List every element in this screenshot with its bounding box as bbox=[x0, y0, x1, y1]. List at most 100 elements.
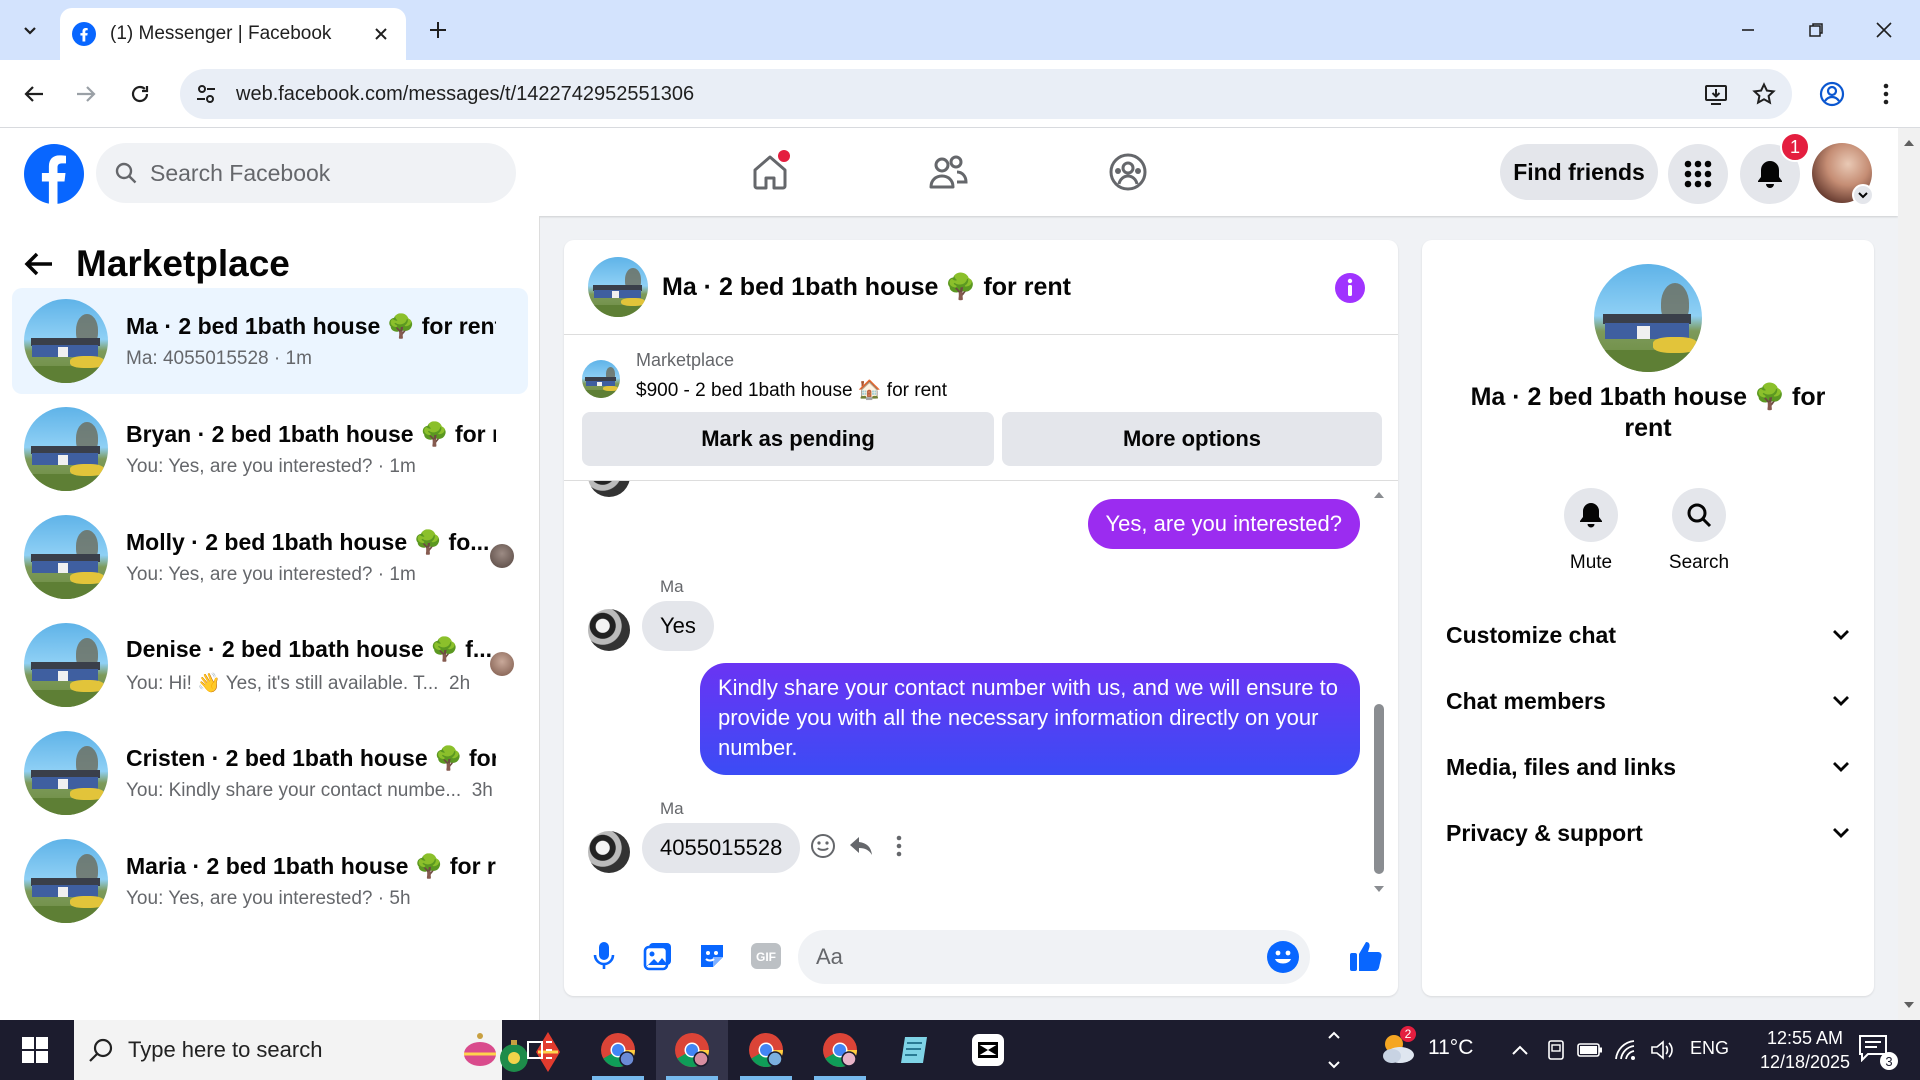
media-files-links-section[interactable]: Media, files and links bbox=[1446, 742, 1850, 792]
weather-widget[interactable]: 2 11°C bbox=[1378, 1026, 1473, 1068]
search-circle[interactable] bbox=[1672, 488, 1726, 542]
chevron-down-icon bbox=[1833, 828, 1849, 838]
profile-button[interactable] bbox=[1812, 74, 1852, 114]
chat-info-avatar[interactable] bbox=[1594, 264, 1702, 372]
meet-now-button[interactable] bbox=[1542, 1036, 1570, 1064]
message-input-box[interactable] bbox=[798, 930, 1310, 984]
mute-circle[interactable] bbox=[1564, 488, 1618, 542]
chat-avatar[interactable] bbox=[588, 257, 648, 317]
scroll-down-arrow[interactable] bbox=[1902, 998, 1916, 1012]
more-options-button[interactable]: More options bbox=[1002, 412, 1382, 466]
facebook-search-input[interactable] bbox=[150, 159, 470, 187]
nav-friends[interactable] bbox=[918, 142, 978, 202]
back-button[interactable] bbox=[14, 74, 54, 114]
reload-button[interactable] bbox=[120, 74, 160, 114]
notification-center-button[interactable]: 3 bbox=[1858, 1034, 1898, 1070]
input-language[interactable]: ENG bbox=[1690, 1038, 1729, 1059]
conversation-item[interactable]: Maria · 2 bed 1bath house 🌳 for r... You… bbox=[12, 828, 528, 934]
bell-icon bbox=[1758, 161, 1782, 188]
react-button[interactable] bbox=[804, 827, 842, 865]
voice-clip-button[interactable] bbox=[586, 938, 622, 974]
nav-groups[interactable] bbox=[1098, 142, 1158, 202]
page-scrollbar[interactable] bbox=[1898, 128, 1920, 1020]
taskbar-chrome-3[interactable] bbox=[730, 1020, 802, 1080]
conversation-item[interactable]: Molly · 2 bed 1bath house 🌳 fo... You: Y… bbox=[12, 504, 528, 610]
emoji-icon[interactable] bbox=[1266, 940, 1300, 974]
chat-title[interactable]: Ma · 2 bed 1bath house 🌳 for rent bbox=[662, 273, 1071, 302]
tab-close-button[interactable] bbox=[368, 21, 394, 47]
back-arrow-icon[interactable] bbox=[24, 251, 54, 277]
search-in-chat-button[interactable]: Search bbox=[1654, 488, 1744, 574]
site-info-button[interactable] bbox=[186, 74, 226, 114]
conversation-title: Cristen · 2 bed 1bath house 🌳 for ... bbox=[126, 744, 496, 771]
find-friends-button[interactable]: Find friends bbox=[1500, 144, 1658, 200]
attach-photo-button[interactable] bbox=[640, 938, 676, 974]
menu-button[interactable] bbox=[1668, 144, 1728, 204]
mute-button[interactable]: Mute bbox=[1546, 488, 1636, 574]
browser-menu-button[interactable] bbox=[1866, 74, 1906, 114]
show-hidden-icons-button[interactable] bbox=[1506, 1036, 1534, 1064]
minimize-button[interactable] bbox=[1718, 10, 1778, 50]
triangle-down-icon[interactable] bbox=[1372, 884, 1386, 894]
taskbar-chrome-2[interactable] bbox=[656, 1020, 728, 1080]
info-icon[interactable] bbox=[1334, 272, 1366, 304]
message-bubble-in[interactable]: 4055015528 bbox=[642, 823, 801, 873]
message-bubble-in[interactable]: Yes bbox=[642, 601, 714, 651]
system-clock[interactable]: 12:55 AM 12/18/2025 bbox=[1750, 1026, 1860, 1074]
taskbar-chrome-1[interactable] bbox=[582, 1020, 654, 1080]
friends-icon bbox=[929, 155, 968, 189]
chevron-up-icon bbox=[1512, 1045, 1528, 1055]
volume-indicator[interactable] bbox=[1648, 1036, 1676, 1064]
close-window-button[interactable] bbox=[1854, 10, 1914, 50]
conversation-item[interactable]: Denise · 2 bed 1bath house 🌳 f... You: H… bbox=[12, 612, 528, 718]
new-tab-button[interactable] bbox=[422, 14, 454, 46]
facebook-search-box[interactable] bbox=[96, 143, 516, 203]
sticker-button[interactable] bbox=[694, 938, 730, 974]
chat-members-section[interactable]: Chat members bbox=[1446, 676, 1850, 726]
scrollbar-thumb[interactable] bbox=[1374, 704, 1384, 874]
forward-button[interactable] bbox=[66, 74, 106, 114]
conversation-item[interactable]: Bryan · 2 bed 1bath house 🌳 for r... You… bbox=[12, 396, 528, 502]
message-more-button[interactable] bbox=[880, 827, 918, 865]
account-menu-button[interactable] bbox=[1852, 184, 1874, 206]
preview-text: You: Kindly share your contact numbe... bbox=[126, 779, 462, 801]
facebook-logo[interactable] bbox=[24, 144, 84, 204]
message-bubble-out[interactable]: Yes, are you interested? bbox=[1087, 499, 1360, 549]
message-bubble-out[interactable]: Kindly share your contact number with us… bbox=[700, 663, 1360, 775]
battery-indicator[interactable] bbox=[1576, 1036, 1604, 1064]
listing-thumbnail bbox=[582, 360, 620, 398]
preview-text: You: Hi! 👋 Yes, it's still available. T.… bbox=[126, 672, 439, 694]
taskbar-search-input[interactable] bbox=[128, 1037, 358, 1063]
reply-button[interactable] bbox=[842, 827, 880, 865]
start-button[interactable] bbox=[0, 1020, 70, 1080]
url-text[interactable]: web.facebook.com/messages/t/142274295255… bbox=[236, 83, 1696, 106]
bookmark-button[interactable] bbox=[1744, 74, 1784, 114]
scroll-up-arrow[interactable] bbox=[1902, 136, 1916, 150]
tray-overflow-button[interactable] bbox=[1324, 1020, 1344, 1080]
privacy-support-section[interactable]: Privacy & support bbox=[1446, 808, 1850, 858]
triangle-up-icon[interactable] bbox=[1372, 490, 1386, 500]
search-icon bbox=[115, 162, 137, 184]
nav-home[interactable] bbox=[740, 142, 800, 202]
customize-chat-section[interactable]: Customize chat bbox=[1446, 610, 1850, 660]
restore-button[interactable] bbox=[1786, 10, 1846, 50]
like-send-button[interactable] bbox=[1346, 938, 1386, 974]
chrome-icon bbox=[749, 1033, 783, 1067]
message-input[interactable] bbox=[816, 944, 1256, 970]
message-list: Yes, are you interested? Ma Yes Kindly s… bbox=[564, 481, 1398, 881]
browser-tab-messenger[interactable]: (1) Messenger | Facebook bbox=[60, 8, 406, 60]
conversation-item[interactable]: Cristen · 2 bed 1bath house 🌳 for ... Yo… bbox=[12, 720, 528, 826]
install-app-button[interactable] bbox=[1696, 74, 1736, 114]
taskbar-app-notepad[interactable] bbox=[878, 1020, 950, 1080]
address-bar[interactable]: web.facebook.com/messages/t/142274295255… bbox=[180, 69, 1792, 119]
gif-button[interactable]: GIF bbox=[748, 938, 784, 974]
task-view-button[interactable] bbox=[504, 1020, 576, 1080]
taskbar-chrome-4[interactable] bbox=[804, 1020, 876, 1080]
network-indicator[interactable] bbox=[1612, 1036, 1640, 1064]
tab-search-button[interactable] bbox=[10, 12, 50, 48]
taskbar-app-capcut[interactable] bbox=[952, 1020, 1024, 1080]
taskbar-search-box[interactable] bbox=[74, 1020, 560, 1080]
conversation-item[interactable]: Ma · 2 bed 1bath house 🌳 for rent Ma: 40… bbox=[12, 288, 528, 394]
chat-scrollbar[interactable] bbox=[1372, 490, 1386, 892]
mark-as-pending-button[interactable]: Mark as pending bbox=[582, 412, 994, 466]
